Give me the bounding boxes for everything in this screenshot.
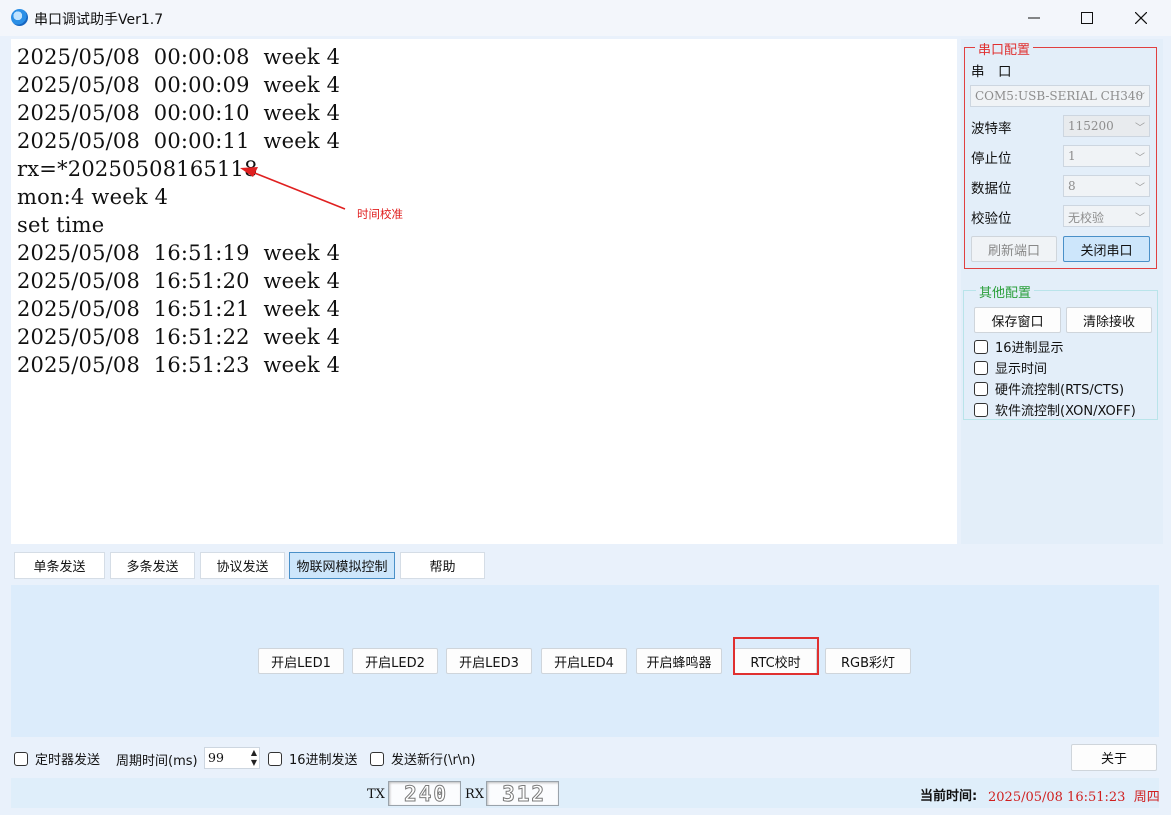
- rx-counter: 312: [486, 781, 559, 807]
- tab-help[interactable]: 帮助: [400, 552, 485, 579]
- receive-textarea[interactable]: 2025/05/08 00:00:08 week 4 2025/05/08 00:…: [11, 39, 957, 544]
- tx-counter: 240: [388, 781, 461, 807]
- stop-bits-label: 停止位: [971, 151, 1012, 167]
- tx-label: TX: [367, 787, 385, 802]
- timer-send-checkbox[interactable]: 定时器发送: [14, 749, 100, 768]
- baud-select[interactable]: 115200 ﹀: [1063, 115, 1150, 137]
- title-bar: 串口调试助手Ver1.7: [0, 0, 1171, 36]
- parity-label: 校验位: [971, 211, 1012, 227]
- checkbox-icon[interactable]: [974, 402, 988, 417]
- checkbox-icon[interactable]: [268, 751, 282, 766]
- buzzer-button[interactable]: 开启蜂鸣器: [636, 648, 722, 674]
- close-port-button[interactable]: 关闭串口: [1063, 236, 1150, 262]
- hex-send-checkbox[interactable]: 16进制发送: [268, 749, 358, 768]
- checkbox-icon[interactable]: [14, 751, 28, 766]
- led4-button[interactable]: 开启LED4: [541, 648, 627, 674]
- parity-select[interactable]: 无校验 ﹀: [1063, 205, 1150, 227]
- status-bar: [11, 778, 1159, 808]
- tab-iot-control[interactable]: 物联网模拟控制: [289, 552, 395, 579]
- chevron-down-icon: ﹀: [1135, 123, 1145, 134]
- checkbox-icon[interactable]: [974, 339, 988, 354]
- receive-line: 2025/05/08 16:51:23 week 4: [17, 353, 341, 377]
- led2-button[interactable]: 开启LED2: [352, 648, 438, 674]
- chevron-down-icon: ﹀: [1135, 213, 1145, 224]
- chevron-down-icon: ﹀: [1135, 93, 1145, 104]
- hex-display-checkbox[interactable]: 16进制显示: [974, 337, 1064, 356]
- tab-multi-send[interactable]: 多条发送: [110, 552, 195, 579]
- maximize-icon: [1081, 12, 1093, 24]
- receive-line: 2025/05/08 16:51:21 week 4: [17, 297, 341, 321]
- receive-line: 2025/05/08 00:00:10 week 4: [17, 101, 341, 125]
- clear-receive-button[interactable]: 清除接收: [1066, 307, 1152, 333]
- refresh-port-button[interactable]: 刷新端口: [971, 236, 1057, 262]
- receive-line: rx=*20250508165118: [17, 157, 258, 181]
- app-icon: [11, 9, 28, 26]
- hw-flow-checkbox[interactable]: 硬件流控制(RTS/CTS): [974, 379, 1124, 398]
- checkbox-icon[interactable]: [974, 381, 988, 396]
- minimize-button[interactable]: [1007, 0, 1061, 36]
- highlight-box: [733, 637, 819, 675]
- baud-label: 波特率: [971, 121, 1012, 137]
- receive-line: mon:4 week 4: [17, 185, 169, 209]
- close-button[interactable]: [1114, 0, 1168, 36]
- annotation-label: 时间校准: [357, 207, 403, 221]
- minimize-icon: [1028, 17, 1040, 19]
- serial-config-legend: 串口配置: [975, 39, 1034, 58]
- current-time-value: 2025/05/08 16:51:23 周四: [988, 790, 1160, 805]
- sw-flow-checkbox[interactable]: 软件流控制(XON/XOFF): [974, 400, 1136, 419]
- maximize-button[interactable]: [1060, 0, 1114, 36]
- rgb-light-button[interactable]: RGB彩灯: [825, 648, 911, 674]
- rx-label: RX: [465, 787, 485, 802]
- period-label: 周期时间(ms): [116, 754, 198, 769]
- led1-button[interactable]: 开启LED1: [258, 648, 344, 674]
- period-spinbox[interactable]: 99 ▲ ▼: [204, 747, 260, 769]
- chevron-down-icon: ﹀: [1135, 183, 1145, 194]
- about-button[interactable]: 关于: [1071, 744, 1157, 771]
- led3-button[interactable]: 开启LED3: [446, 648, 532, 674]
- chevron-down-icon: ﹀: [1135, 153, 1145, 164]
- save-window-button[interactable]: 保存窗口: [974, 307, 1061, 333]
- tab-protocol-send[interactable]: 协议发送: [200, 552, 285, 579]
- port-select[interactable]: COM5:USB-SERIAL CH340 ﹀: [970, 85, 1150, 107]
- receive-line: 2025/05/08 16:51:19 week 4: [17, 241, 341, 265]
- current-time-label: 当前时间:: [920, 789, 978, 804]
- tab-single-send[interactable]: 单条发送: [14, 552, 105, 579]
- checkbox-icon[interactable]: [974, 360, 988, 375]
- port-label: 串 口: [971, 64, 1012, 80]
- receive-line: 2025/05/08 00:00:11 week 4: [17, 129, 341, 153]
- receive-line: 2025/05/08 00:00:08 week 4: [17, 45, 341, 69]
- window-title: 串口调试助手Ver1.7: [34, 12, 164, 28]
- receive-line: 2025/05/08 16:51:20 week 4: [17, 269, 341, 293]
- data-bits-select[interactable]: 8 ﹀: [1063, 175, 1150, 197]
- stop-bits-select[interactable]: 1 ﹀: [1063, 145, 1150, 167]
- receive-line: 2025/05/08 16:51:22 week 4: [17, 325, 341, 349]
- close-icon: [1135, 12, 1147, 24]
- receive-line: 2025/05/08 00:00:09 week 4: [17, 73, 341, 97]
- newline-checkbox[interactable]: 发送新行(\r\n): [370, 749, 476, 768]
- receive-line: set time: [17, 213, 105, 237]
- other-config-legend: 其他配置: [976, 282, 1035, 301]
- show-time-checkbox[interactable]: 显示时间: [974, 358, 1047, 377]
- checkbox-icon[interactable]: [370, 751, 384, 766]
- spin-arrows-icon[interactable]: ▲ ▼: [251, 748, 257, 768]
- data-bits-label: 数据位: [971, 181, 1012, 197]
